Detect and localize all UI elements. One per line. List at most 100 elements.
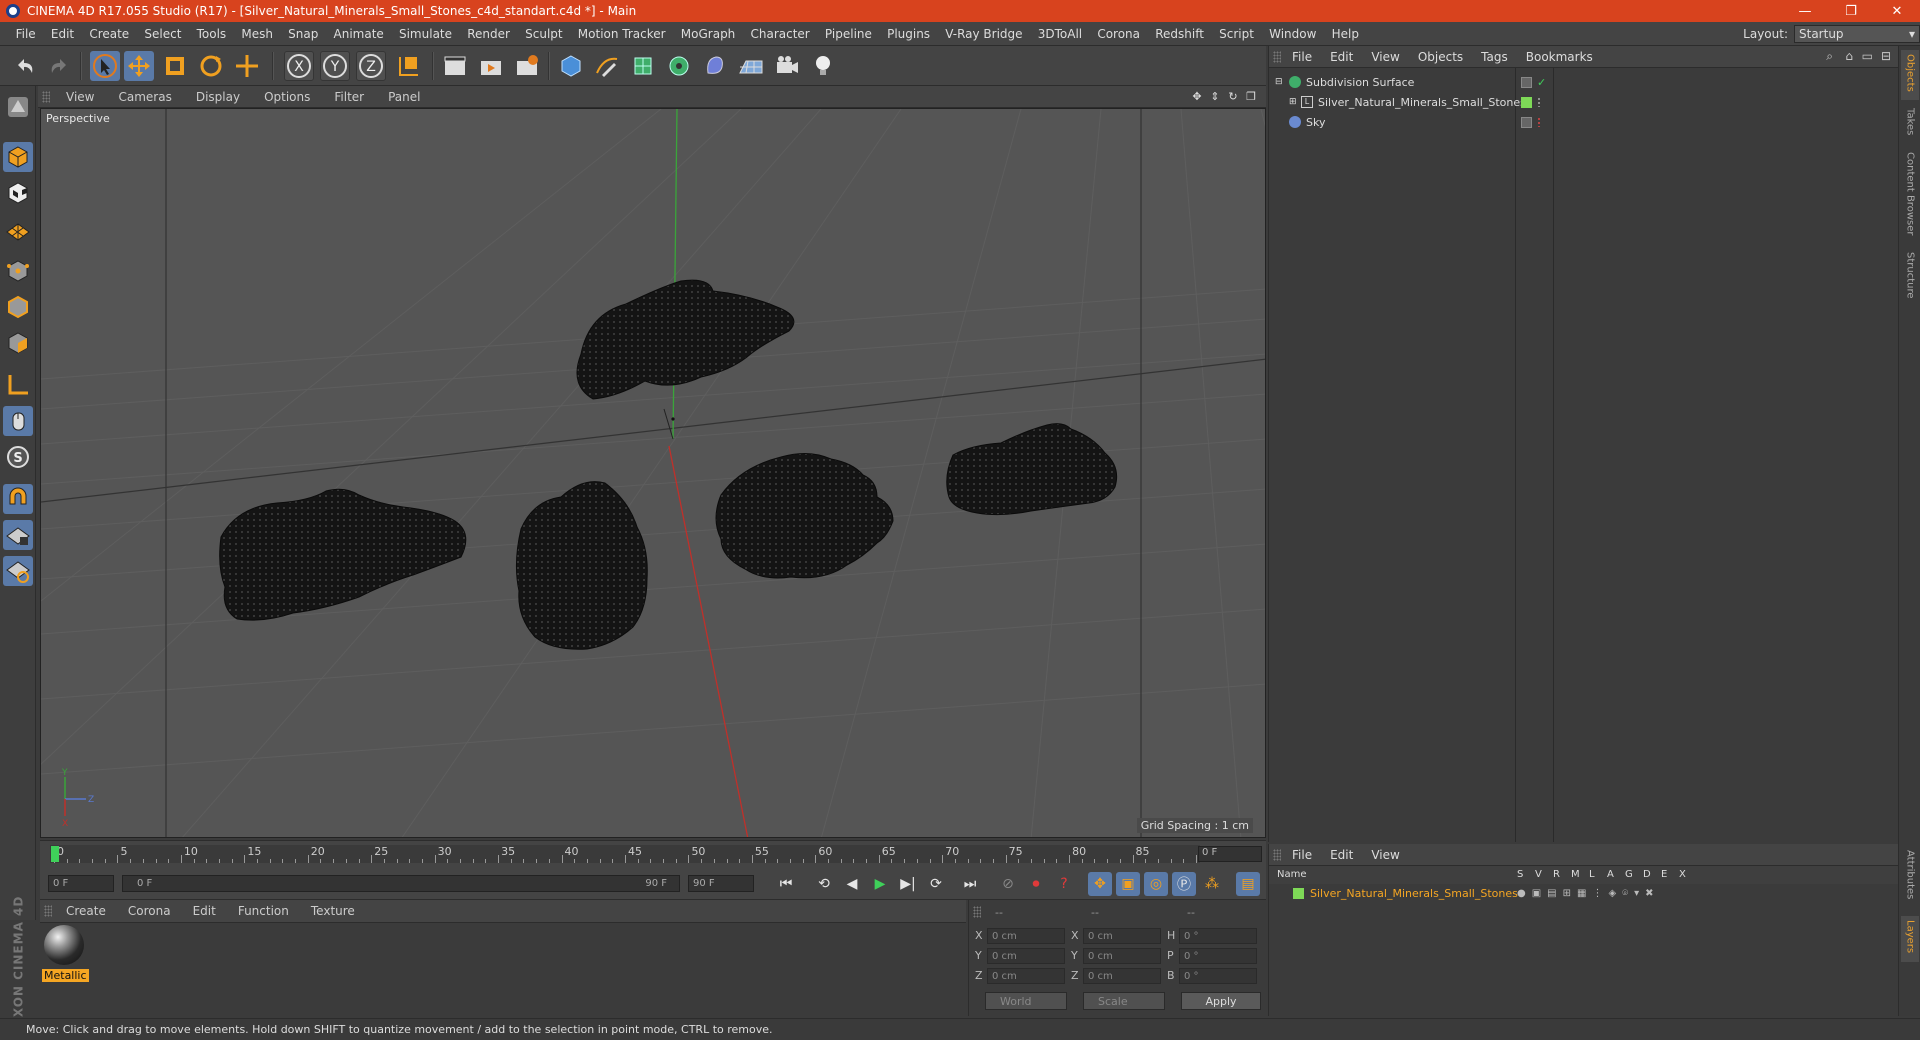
menu-3dtoall[interactable]: 3DToAll: [1030, 27, 1090, 41]
object-menu-objects[interactable]: Objects: [1409, 50, 1472, 64]
size-x-field[interactable]: 0 cm: [1083, 928, 1161, 944]
position-x-field[interactable]: 0 cm: [987, 928, 1065, 944]
x-axis-lock-button[interactable]: X: [284, 51, 314, 81]
menu-snap[interactable]: Snap: [281, 27, 326, 41]
object-menu-tags[interactable]: Tags: [1472, 50, 1517, 64]
add-cloner-button[interactable]: [664, 51, 694, 81]
tab-layers[interactable]: Layers: [1901, 916, 1919, 962]
size-y-field[interactable]: 0 cm: [1083, 948, 1161, 964]
object-menu-view[interactable]: View: [1362, 50, 1408, 64]
panel-grip-icon[interactable]: [1273, 51, 1281, 63]
menu-vray-bridge[interactable]: V-Ray Bridge: [938, 27, 1030, 41]
menu-simulate[interactable]: Simulate: [391, 27, 459, 41]
viewport-rotate-icon[interactable]: ↻: [1226, 89, 1240, 103]
panel-grip-icon[interactable]: [973, 906, 981, 918]
viewport-dolly-icon[interactable]: ⇕: [1208, 89, 1222, 103]
material-menu-function[interactable]: Function: [226, 904, 299, 918]
layer-flag-manager[interactable]: M: [1571, 869, 1580, 880]
minimize-button[interactable]: —: [1782, 0, 1828, 22]
material-menu-corona[interactable]: Corona: [116, 904, 181, 918]
timeline-window-button[interactable]: ▤: [1236, 872, 1260, 896]
menu-redshift[interactable]: Redshift: [1148, 27, 1212, 41]
autokey-button[interactable]: ⏺: [1024, 872, 1048, 896]
menu-create[interactable]: Create: [82, 27, 137, 41]
add-deformer-button[interactable]: [700, 51, 730, 81]
viewport-menu-cameras[interactable]: Cameras: [104, 90, 181, 104]
collapse-toggle-icon[interactable]: ⊟: [1275, 77, 1289, 87]
menu-plugins[interactable]: Plugins: [879, 27, 937, 41]
tab-attributes[interactable]: Attributes: [1901, 846, 1919, 912]
layer-color-icon[interactable]: [1521, 96, 1532, 108]
stone-3[interactable]: [515, 481, 648, 650]
add-light-button[interactable]: [808, 51, 838, 81]
live-selection-button[interactable]: [90, 51, 120, 81]
key-rotation-button[interactable]: ◎: [1144, 872, 1168, 896]
panel-grip-icon[interactable]: [1273, 849, 1281, 861]
stone-4[interactable]: [715, 453, 894, 579]
texture-mode-button[interactable]: [3, 178, 33, 208]
expand-toggle-icon[interactable]: ⊞: [1289, 97, 1301, 107]
visibility-dots-icon[interactable]: [1537, 97, 1541, 107]
menu-help[interactable]: Help: [1324, 27, 1367, 41]
stone-1[interactable]: [576, 279, 795, 400]
material-menu-edit[interactable]: Edit: [181, 904, 226, 918]
object-name[interactable]: Subdivision Surface: [1306, 76, 1414, 89]
layer-menu-file[interactable]: File: [1283, 848, 1321, 862]
viewport-maximize-icon[interactable]: ❐: [1244, 89, 1258, 103]
layer-flag-solo[interactable]: S: [1517, 869, 1523, 880]
workplane-mode-button[interactable]: [3, 214, 33, 244]
tab-takes[interactable]: Takes: [1901, 104, 1919, 144]
locked-workplane-button[interactable]: [3, 556, 33, 586]
disabled-dots-icon[interactable]: [1537, 117, 1541, 127]
previous-key-button[interactable]: ⟲: [812, 872, 836, 896]
material-name[interactable]: Metallic: [42, 969, 89, 982]
panel-grip-icon[interactable]: [44, 905, 52, 917]
stone-2[interactable]: [219, 488, 467, 621]
menu-select[interactable]: Select: [137, 27, 189, 41]
home-icon[interactable]: ⌂: [1845, 49, 1853, 63]
polygons-mode-button[interactable]: [3, 328, 33, 358]
points-mode-button[interactable]: [3, 256, 33, 286]
current-frame-field[interactable]: 0 F: [1198, 846, 1262, 862]
scale-tool-button[interactable]: [160, 51, 190, 81]
apply-button[interactable]: Apply: [1181, 992, 1261, 1010]
next-frame-button[interactable]: ▶|: [896, 872, 920, 896]
material-menu-create[interactable]: Create: [54, 904, 116, 918]
transform-tool-button[interactable]: [232, 51, 262, 81]
layer-row[interactable]: Silver_Natural_Minerals_Small_Stones ●▣▤…: [1269, 884, 1899, 902]
model-mode-button[interactable]: [3, 142, 33, 172]
render-to-picture-viewer-button[interactable]: [476, 51, 506, 81]
perspective-viewport[interactable]: Y Z X Perspective Grid Spacing : 1 cm: [40, 108, 1266, 838]
enabled-check-icon[interactable]: ✓: [1537, 76, 1546, 89]
add-cube-button[interactable]: [556, 51, 586, 81]
y-axis-lock-button[interactable]: Y: [320, 51, 350, 81]
object-name[interactable]: Silver_Natural_Minerals_Small_Stones: [1318, 96, 1526, 109]
keyframe-selection-button[interactable]: ?: [1052, 872, 1076, 896]
object-row-stones[interactable]: ⊞ L Silver_Natural_Minerals_Small_Stones: [1269, 92, 1899, 112]
object-row-subdivision[interactable]: ⊟ Subdivision Surface ✓: [1269, 72, 1899, 92]
timeline-ruler[interactable]: 051015202530354045505560657075808590: [50, 845, 1213, 863]
visibility-icon[interactable]: [1521, 76, 1532, 88]
menu-mesh[interactable]: Mesh: [234, 27, 281, 41]
size-z-field[interactable]: 0 cm: [1083, 968, 1161, 984]
position-y-field[interactable]: 0 cm: [987, 948, 1065, 964]
add-camera-button[interactable]: [772, 51, 802, 81]
go-to-start-button[interactable]: ⏮: [774, 872, 798, 896]
panel-grip-icon[interactable]: [42, 91, 50, 103]
menu-script[interactable]: Script: [1212, 27, 1262, 41]
axis-mode-button[interactable]: [3, 370, 33, 400]
menu-window[interactable]: Window: [1262, 27, 1325, 41]
make-editable-button[interactable]: [3, 92, 33, 122]
key-pla-button[interactable]: ⁂: [1200, 872, 1224, 896]
key-scale-button[interactable]: ▣: [1116, 872, 1140, 896]
menu-render[interactable]: Render: [460, 27, 518, 41]
layer-flag-deformers[interactable]: D: [1643, 869, 1651, 880]
render-settings-button[interactable]: [512, 51, 542, 81]
stone-5[interactable]: [946, 423, 1118, 516]
layer-flag-render[interactable]: R: [1553, 869, 1560, 880]
material-menu-texture[interactable]: Texture: [299, 904, 365, 918]
frame-range-slider[interactable]: 0 F 90 F: [122, 875, 680, 892]
snap-button[interactable]: [3, 484, 33, 514]
solo-mode-button[interactable]: S: [3, 442, 33, 472]
layer-flag-generators[interactable]: G: [1625, 869, 1633, 880]
